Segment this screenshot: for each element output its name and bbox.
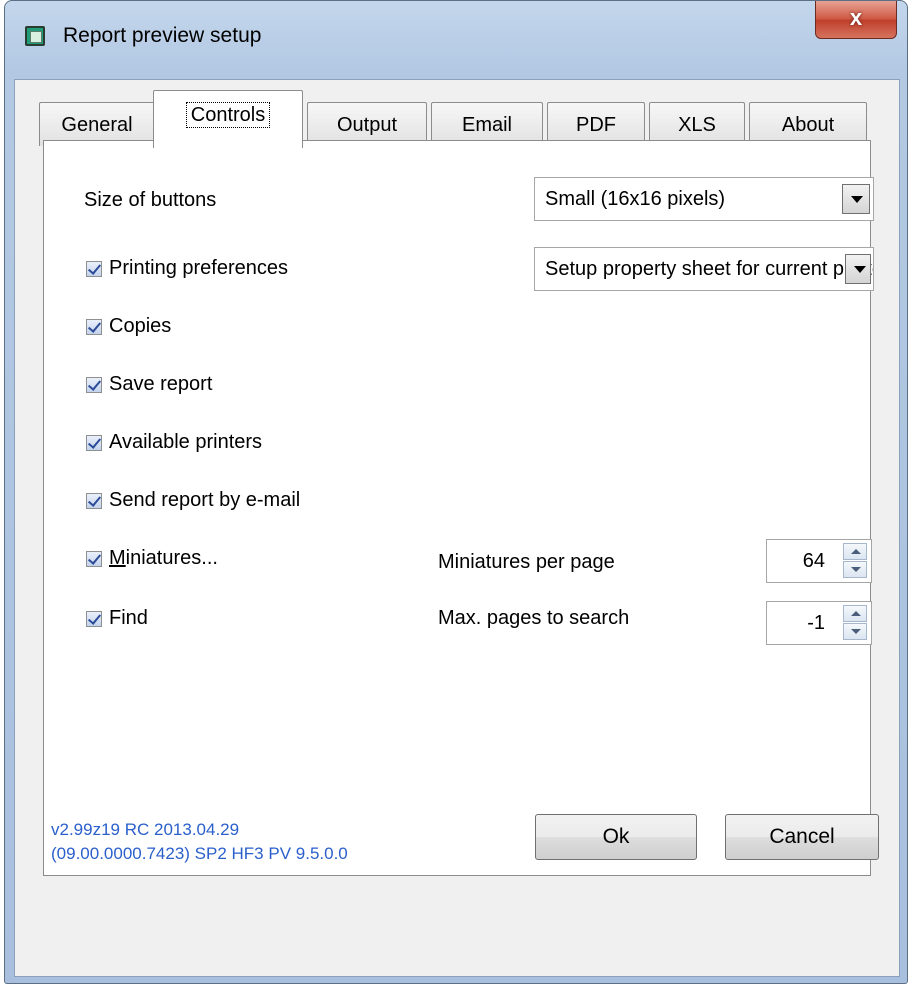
window-title: Report preview setup bbox=[63, 24, 262, 47]
checkbox-checked-icon[interactable] bbox=[86, 492, 102, 509]
miniatures-per-page-label: Miniatures per page bbox=[438, 551, 615, 573]
find-checkbox[interactable]: Find bbox=[86, 607, 148, 630]
available-printers-checkbox[interactable]: Available printers bbox=[86, 431, 262, 454]
printing-preferences-label: Printing preferences bbox=[109, 257, 288, 279]
spinner-buttons bbox=[843, 543, 867, 579]
checkbox-checked-icon[interactable] bbox=[86, 318, 102, 335]
dialog-client-area: General Controls Output Email PDF XLS Ab… bbox=[14, 79, 900, 977]
miniatures-label: Miniatures... bbox=[109, 547, 218, 570]
checkbox-checked-icon[interactable] bbox=[86, 610, 102, 627]
tab-controls-label: Controls bbox=[185, 102, 271, 128]
miniatures-checkbox[interactable]: Miniatures... bbox=[86, 547, 218, 570]
send-by-email-checkbox[interactable]: Send report by e-mail bbox=[86, 489, 300, 512]
miniatures-label-rest: iniatures... bbox=[125, 547, 218, 569]
max-pages-label: Max. pages to search bbox=[438, 607, 630, 629]
spin-up-icon[interactable] bbox=[843, 605, 867, 622]
max-pages-value[interactable]: -1 bbox=[807, 612, 825, 634]
printing-preferences-select[interactable]: Setup property sheet for current printer bbox=[534, 247, 874, 291]
version-line-1: v2.99z19 RC 2013.04.29 bbox=[51, 820, 240, 839]
printing-preferences-checkbox[interactable]: Printing preferences bbox=[86, 257, 288, 280]
checkbox-checked-icon[interactable] bbox=[86, 434, 102, 451]
dialog-window: Report preview setup x General Controls … bbox=[4, 0, 908, 984]
printing-preferences-value: Setup property sheet for current printer bbox=[545, 258, 874, 280]
controls-tab-panel: Size of buttons Small (16x16 pixels) Pri… bbox=[43, 140, 874, 876]
spin-up-icon[interactable] bbox=[843, 543, 867, 560]
ok-button[interactable]: Ok bbox=[535, 814, 697, 860]
spin-down-icon[interactable] bbox=[843, 561, 867, 578]
cancel-button[interactable]: Cancel bbox=[725, 814, 879, 860]
find-label: Find bbox=[109, 607, 148, 629]
size-of-buttons-value: Small (16x16 pixels) bbox=[545, 188, 726, 210]
close-button[interactable]: x bbox=[815, 1, 897, 39]
spinner-buttons bbox=[843, 605, 867, 641]
copies-checkbox[interactable]: Copies bbox=[86, 315, 171, 338]
size-of-buttons-label: Size of buttons bbox=[84, 189, 217, 211]
checkbox-checked-icon[interactable] bbox=[86, 260, 102, 277]
chevron-down-icon[interactable] bbox=[842, 184, 870, 214]
send-by-email-label: Send report by e-mail bbox=[109, 489, 301, 511]
copies-label: Copies bbox=[109, 315, 172, 337]
max-pages-spinner[interactable]: -1 bbox=[766, 601, 872, 645]
tab-controls[interactable]: Controls bbox=[153, 90, 303, 148]
save-report-label: Save report bbox=[109, 373, 213, 395]
miniatures-per-page-spinner[interactable]: 64 bbox=[766, 539, 872, 583]
title-bar[interactable]: Report preview setup x bbox=[5, 1, 907, 79]
save-report-checkbox[interactable]: Save report bbox=[86, 373, 212, 396]
version-line-2: (09.00.0000.7423) SP2 HF3 PV 9.5.0.0 bbox=[51, 844, 348, 863]
checkbox-checked-icon[interactable] bbox=[86, 550, 102, 567]
miniatures-per-page-value[interactable]: 64 bbox=[803, 550, 825, 572]
chevron-down-icon[interactable] bbox=[845, 254, 871, 284]
miniatures-mnemonic: M bbox=[109, 547, 126, 569]
spin-down-icon[interactable] bbox=[843, 623, 867, 640]
app-icon bbox=[25, 26, 45, 46]
available-printers-label: Available printers bbox=[109, 431, 263, 453]
checkbox-checked-icon[interactable] bbox=[86, 376, 102, 393]
size-of-buttons-select[interactable]: Small (16x16 pixels) bbox=[534, 177, 874, 221]
